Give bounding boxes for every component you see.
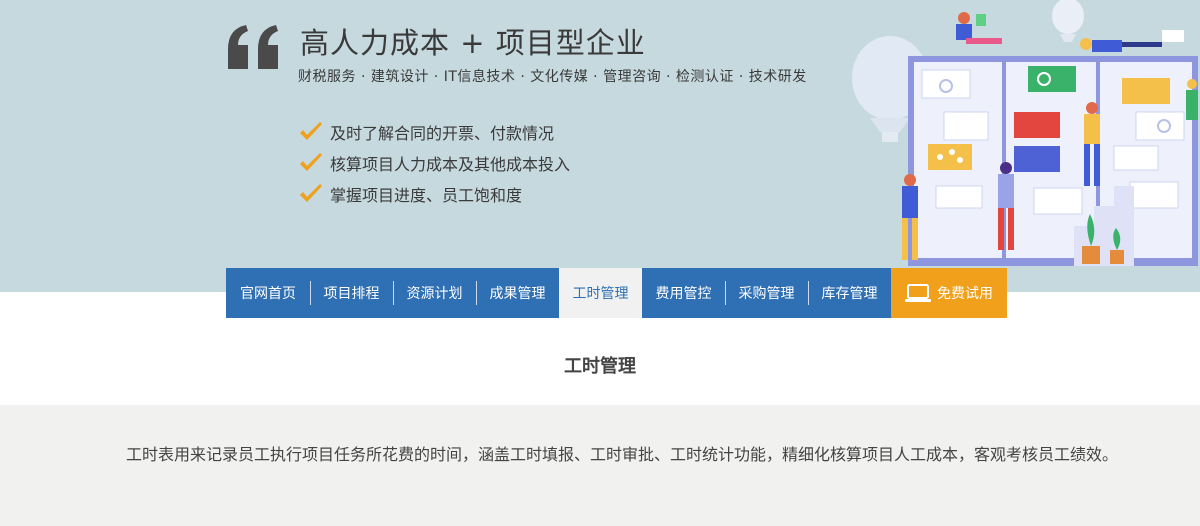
nav-item-inventory[interactable]: 库存管理 — [808, 268, 891, 318]
person-icon — [1186, 79, 1198, 120]
checklist-text: 核算项目人力成本及其他成本投入 — [330, 154, 571, 174]
checklist-item: 掌握项目进度、员工饱和度 — [298, 178, 570, 209]
nav-item-expense[interactable]: 费用管控 — [642, 268, 725, 318]
feature-checklist: 及时了解合同的开票、付款情况 核算项目人力成本及其他成本投入 掌握项目进度、员工… — [298, 116, 570, 209]
description-band: 工时表用来记录员工执行项目任务所花费的时间，涵盖工时填报、工时审批、工时统计功能… — [0, 405, 1200, 526]
kanban-illustration — [852, 0, 1198, 266]
checklist-item: 核算项目人力成本及其他成本投入 — [298, 147, 570, 178]
person-icon — [1080, 30, 1184, 52]
balloon-icon — [1052, 0, 1084, 42]
nav-item-resource-plan[interactable]: 资源计划 — [393, 268, 476, 318]
check-icon — [300, 183, 322, 202]
nav-item-procurement[interactable]: 采购管理 — [725, 268, 808, 318]
hero-industries: 财税服务 · 建筑设计 · IT信息技术 · 文化传媒 · 管理咨询 · 检测认… — [298, 69, 807, 85]
quote-mark — [226, 2, 282, 84]
checklist-item: 及时了解合同的开票、付款情况 — [298, 116, 570, 147]
nav-item-home[interactable]: 官网首页 — [226, 268, 310, 318]
checklist-text: 及时了解合同的开票、付款情况 — [330, 123, 555, 143]
hero-banner: 高人力成本 + 项目型企业 财税服务 · 建筑设计 · IT信息技术 · 文化传… — [0, 0, 1200, 292]
checklist-text: 掌握项目进度、员工饱和度 — [330, 185, 523, 205]
section-title: 工时管理 — [564, 356, 636, 377]
module-nav: 官网首页 项目排程 资源计划 成果管理 工时管理 费用管控 采购管理 库存管理 … — [226, 268, 1007, 318]
person-icon — [956, 12, 1002, 44]
hero-title: 高人力成本 + 项目型企业 — [300, 26, 646, 60]
nav-item-deliverables[interactable]: 成果管理 — [476, 268, 559, 318]
nav-item-timesheet[interactable]: 工时管理 — [559, 268, 642, 318]
check-icon — [300, 121, 322, 140]
free-trial-label: 免费试用 — [937, 286, 993, 302]
free-trial-button[interactable]: 免费试用 — [891, 268, 1007, 318]
section-description: 工时表用来记录员工执行项目任务所花费的时间，涵盖工时填报、工时审批、工时统计功能… — [125, 445, 1118, 464]
check-icon — [300, 152, 322, 171]
nav-item-scheduling[interactable]: 项目排程 — [310, 268, 393, 318]
laptop-icon — [905, 284, 931, 302]
